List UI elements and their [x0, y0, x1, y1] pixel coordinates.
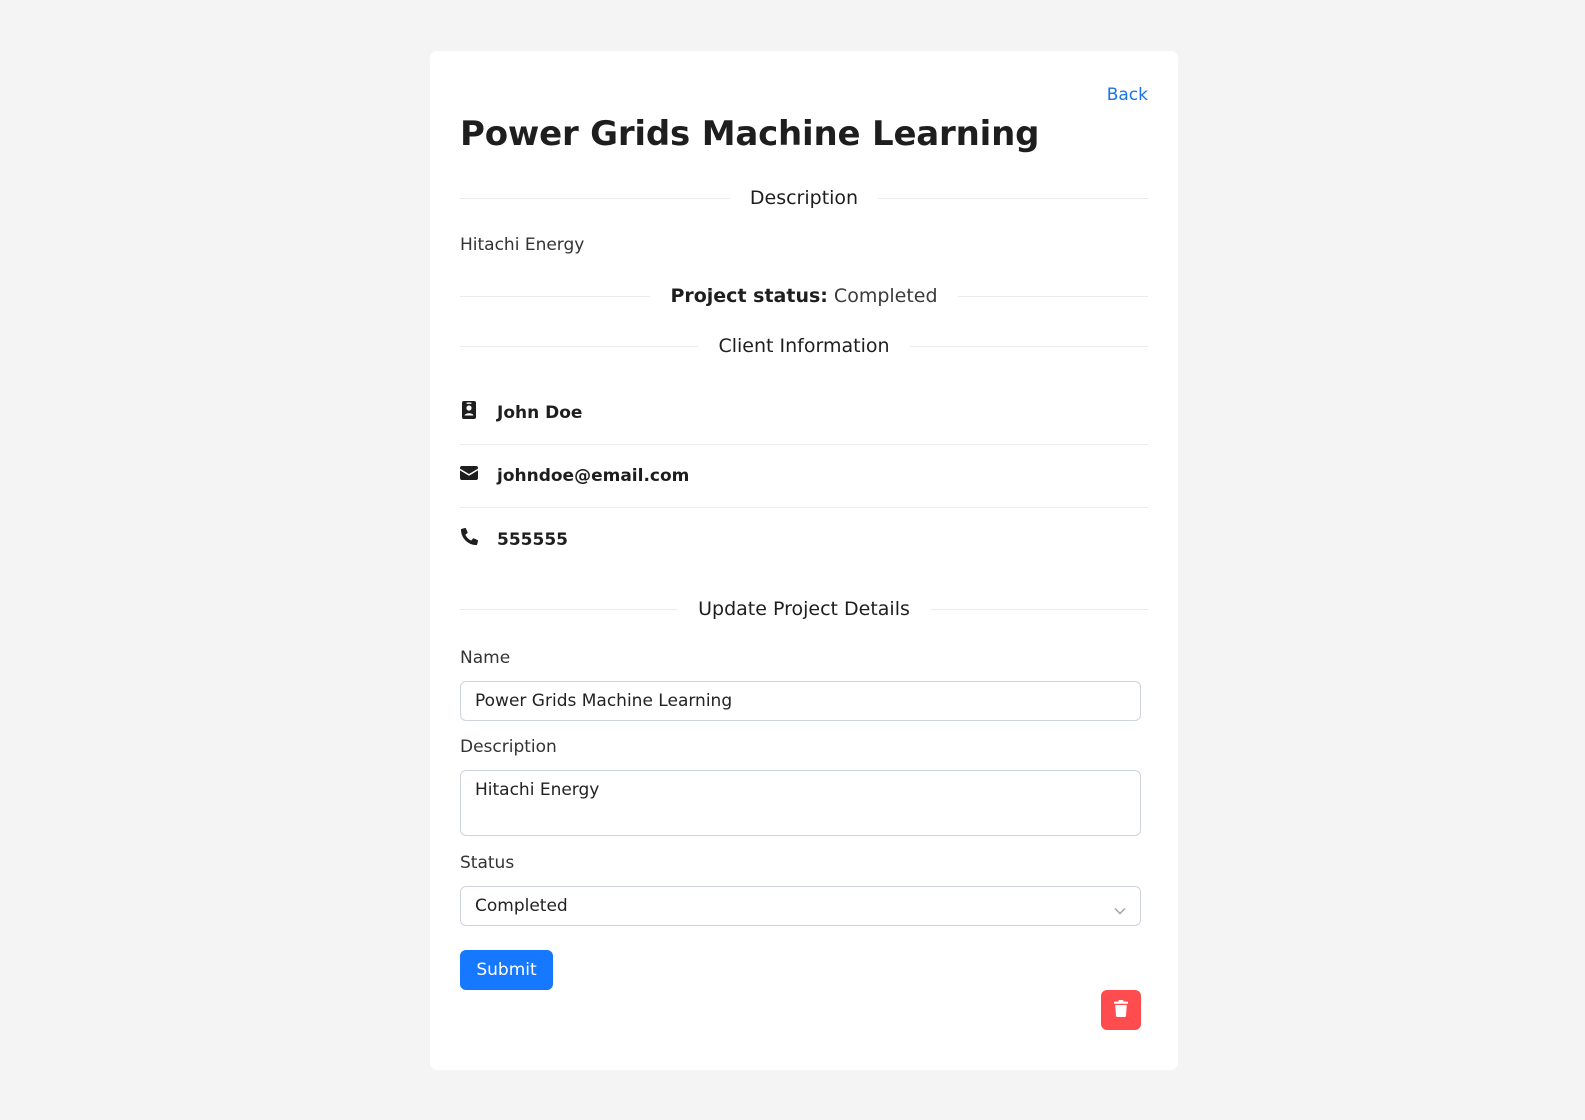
back-link[interactable]: Back — [1107, 85, 1148, 105]
description-label: Description — [460, 737, 557, 757]
description-heading: Description — [749, 187, 859, 209]
envelope-icon — [460, 464, 478, 482]
project-status-value: Completed — [833, 285, 938, 307]
update-divider: Update Project Details — [460, 594, 1149, 624]
client-phone: 555555 — [497, 529, 568, 550]
project-description: Hitachi Energy — [460, 235, 585, 255]
name-input[interactable] — [460, 681, 1141, 721]
page-title: Power Grids Machine Learning — [460, 114, 1040, 154]
client-name-row: John Doe — [460, 382, 1148, 445]
client-name: John Doe — [497, 403, 583, 423]
contact-card-icon — [460, 401, 478, 419]
status-divider: Project status: Completed — [460, 281, 1148, 311]
delete-button[interactable] — [1101, 990, 1141, 1030]
client-info-divider: Client Information — [460, 331, 1148, 361]
project-status: Project status: Completed — [650, 285, 957, 307]
status-select[interactable]: Completed — [460, 886, 1141, 926]
project-card: Back Power Grids Machine Learning Descri… — [430, 51, 1178, 1070]
client-email-row: johndoe@email.com — [460, 445, 1148, 508]
trash-icon — [1114, 1000, 1128, 1020]
client-email: johndoe@email.com — [497, 466, 690, 486]
client-info-list: John Doe johndoe@email.com 555555 — [460, 382, 1148, 571]
client-phone-row: 555555 — [460, 508, 1148, 571]
update-heading: Update Project Details — [698, 598, 910, 620]
status-select-value: Completed — [475, 896, 568, 916]
client-info-heading: Client Information — [718, 335, 890, 357]
chevron-down-icon — [1114, 900, 1126, 920]
phone-icon — [460, 528, 478, 546]
description-divider: Description — [460, 183, 1148, 213]
description-textarea[interactable]: Hitachi Energy — [460, 770, 1141, 836]
project-status-label: Project status: — [670, 285, 828, 307]
status-label: Status — [460, 853, 515, 873]
submit-button[interactable]: Submit — [460, 950, 553, 990]
name-label: Name — [460, 648, 511, 668]
